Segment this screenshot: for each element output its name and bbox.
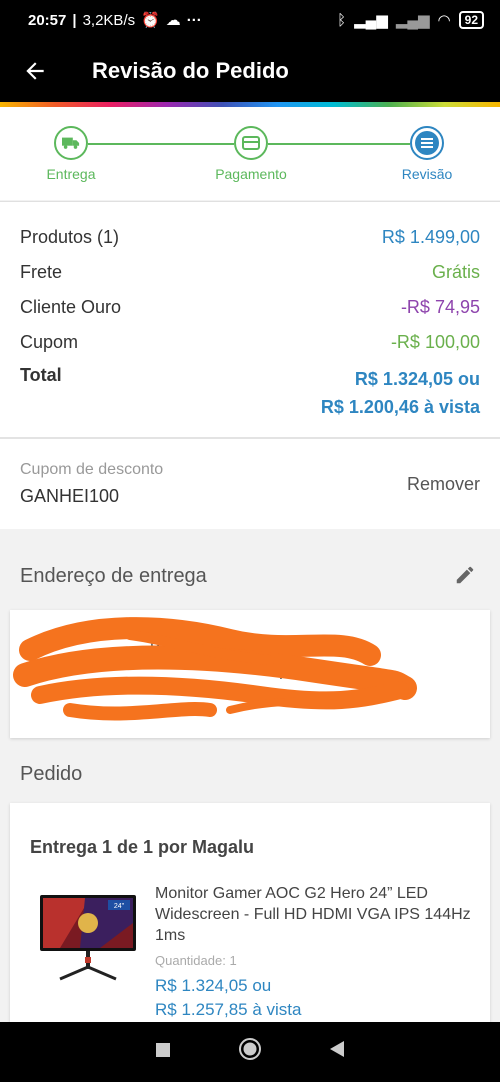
product-price: R$ 1.324,05 ou R$ 1.257,85 à vista	[155, 974, 301, 1022]
product-quantity: Quantidade: 1	[155, 953, 237, 968]
checkout-stepper: Entrega Pagamento Revisão	[0, 107, 500, 200]
step-label-pagamento: Pagamento	[215, 166, 287, 182]
step-entrega[interactable]	[54, 126, 88, 160]
coupon-discount-label: Cupom	[20, 332, 79, 352]
gold-client-label: Cliente Ouro	[20, 297, 122, 317]
credit-card-icon	[242, 136, 260, 150]
pencil-icon	[456, 566, 474, 584]
stepper-line-2	[268, 143, 410, 145]
summary-shipping-row: Frete Grátis	[20, 262, 480, 283]
signal-2-icon: ▂▄▆	[395, 12, 430, 29]
remove-coupon-button[interactable]: Remover	[407, 474, 480, 495]
coupon-code: GANHEI100	[20, 486, 120, 506]
total-cash: R$ 1.200,46 à vista	[320, 397, 480, 417]
order-card: Entrega 1 de 1 por Magalu 24" Monitor Ga…	[10, 803, 490, 1023]
summary-total-row: Total R$ 1.324,05 ou R$ 1.200,46 à vista	[20, 365, 480, 421]
product-image[interactable]: 24"	[40, 893, 136, 983]
edit-address-button[interactable]	[450, 560, 480, 590]
delivery-info: Entrega 1 de 1 por Magalu	[30, 837, 255, 857]
shipping-label: Frete	[20, 262, 63, 282]
order-summary: Produtos (1) R$ 1.499,00 Frete Grátis Cl…	[0, 201, 500, 437]
product-badge: 24"	[114, 903, 125, 910]
status-separator: |	[72, 11, 77, 29]
total-label: Total	[20, 365, 62, 385]
signal-icon: ▂▄▆	[354, 12, 388, 29]
total-values: R$ 1.324,05 ou R$ 1.200,46 à vista	[321, 365, 480, 421]
battery-indicator: 92	[458, 11, 484, 29]
coupon-discount-value: -R$ 100,00	[390, 332, 480, 352]
cloud-icon: ☁	[165, 12, 181, 29]
order-section-title: Pedido	[20, 763, 83, 785]
home-button[interactable]	[235, 1037, 265, 1067]
redaction-scribble	[13, 617, 417, 721]
total-installments: R$ 1.324,05 ou	[354, 369, 480, 389]
coupon-section: Cupom de desconto GANHEI100 Remover	[0, 439, 500, 529]
status-network-speed: 3,2KB/s	[82, 11, 136, 29]
alarm-icon: ⏰	[141, 12, 160, 29]
step-label-entrega: Entrega	[46, 166, 96, 182]
status-bar: 20:57 | 3,2KB/s ⏰ ☁ ··· ᛒ ▂▄▆ ▂▄▆ ◠ 92	[0, 0, 500, 40]
coupon-field-label: Cupom de desconto	[20, 461, 164, 478]
products-label: Produtos (1)	[20, 227, 120, 247]
recent-apps-button[interactable]	[148, 1041, 178, 1064]
wifi-icon: ◠	[437, 12, 451, 29]
gold-client-value: -R$ 74,95	[400, 297, 480, 317]
stepper-line-1	[88, 143, 234, 145]
bluetooth-icon: ᛒ	[337, 11, 347, 29]
step-label-revisao: Revisão	[401, 166, 453, 182]
square-icon	[156, 1042, 171, 1057]
status-time: 20:57	[28, 11, 67, 29]
truck-icon	[62, 137, 80, 149]
summary-products-row: Produtos (1) R$ 1.499,00	[20, 227, 480, 248]
app-bar: Revisão do Pedido	[0, 40, 500, 102]
address-section-title: Endereço de entrega	[20, 565, 207, 587]
shipping-value: Grátis	[431, 262, 480, 282]
circle-icon	[238, 1038, 261, 1060]
summary-gold-row: Cliente Ouro -R$ 74,95	[20, 297, 480, 318]
product-name[interactable]: Monitor Gamer AOC G2 Hero 24” LED Widesc…	[155, 883, 475, 946]
step-revisao[interactable]	[410, 126, 444, 160]
products-value: R$ 1.499,00	[381, 227, 480, 247]
product-price-installments: R$ 1.324,05 ou	[155, 976, 272, 995]
address-card[interactable]: R. 100 ARFVCD	[10, 610, 490, 738]
product-price-cash: R$ 1.257,85 à vista	[155, 1000, 302, 1019]
back-button[interactable]	[0, 40, 70, 102]
arrow-left-icon	[26, 62, 44, 80]
system-nav-bar	[0, 1022, 500, 1082]
page-title: Revisão do Pedido	[92, 58, 289, 83]
list-icon	[421, 138, 433, 148]
summary-coupon-row: Cupom -R$ 100,00	[20, 332, 480, 353]
step-pagamento[interactable]	[234, 126, 268, 160]
more-notifications-icon: ···	[186, 11, 202, 29]
back-nav-button[interactable]	[322, 1040, 352, 1064]
triangle-back-icon	[329, 1041, 344, 1057]
